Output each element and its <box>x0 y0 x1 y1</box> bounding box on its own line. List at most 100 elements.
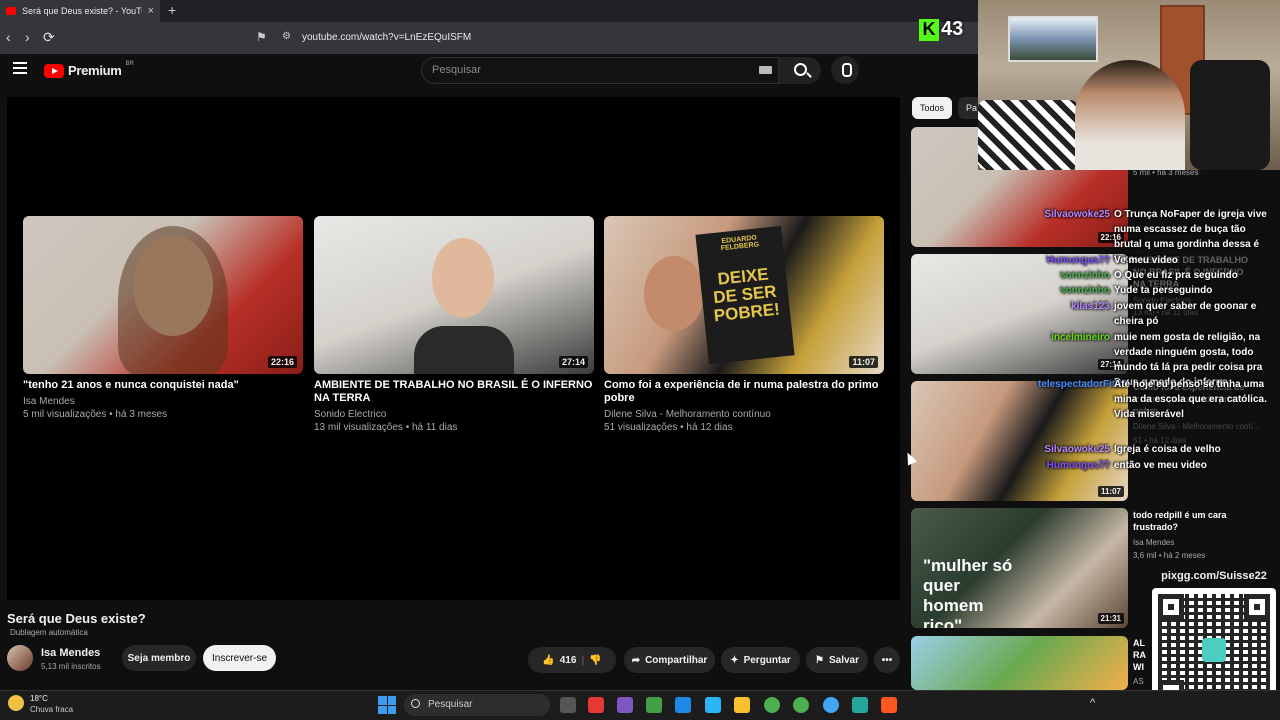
browser-tab[interactable]: Será que Deus existe? - YouTube × <box>0 0 160 22</box>
sidebar-title-4[interactable]: todo redpill é um cara frustrado? <box>1133 509 1228 533</box>
address-bar <box>0 22 978 54</box>
sidebar-channel-4[interactable]: Isa Mendes <box>1133 538 1174 547</box>
chat-text: então ve meu video <box>1114 460 1207 471</box>
tab-title: Será que Deus existe? - YouTube <box>22 6 142 16</box>
endscreen-thumbnail[interactable]: EDUARDO FELDBERG DEIXE DE SER POBRE! 11:… <box>604 216 884 374</box>
webcam-chair <box>1190 60 1270 170</box>
card-title[interactable]: "tenho 21 anos e nunca conquistei nada" <box>23 379 303 392</box>
menu-icon[interactable] <box>13 62 27 74</box>
forward-button[interactable]: › <box>25 29 30 45</box>
save-icon: ⚑ <box>815 654 824 666</box>
endscreen-card-3[interactable]: EDUARDO FELDBERG DEIXE DE SER POBRE! 11:… <box>604 216 884 434</box>
weather-temp[interactable]: 18°C <box>30 694 48 703</box>
sidebar-meta-4: 3,6 mil • há 2 meses <box>1133 551 1206 560</box>
task-view-icon[interactable] <box>560 697 576 713</box>
chat-message: Silvaowoke25 O Trunça NoFaper de igreja v… <box>1038 207 1266 265</box>
duration-badge: 11:07 <box>1097 486 1124 497</box>
chat-text: Igreja é coisa de velho <box>1114 444 1221 455</box>
ask-button[interactable]: ✦ Perguntar <box>721 647 800 673</box>
card-meta: 51 visualizações • há 12 dias <box>604 422 733 433</box>
chat-message: Humungus77 então ve meu video <box>1038 458 1207 473</box>
app-icon[interactable] <box>852 697 868 713</box>
taskbar-search[interactable]: Pesquisar <box>404 694 550 716</box>
save-button[interactable]: ⚑ Salvar <box>806 647 868 673</box>
chat-username: sonnzinho <box>1060 270 1110 281</box>
sidebar-channel-3[interactable]: Dilene Silva - Melhoramento contí... <box>1133 422 1260 431</box>
share-button[interactable]: ➦ Compartilhar <box>624 647 715 673</box>
dislike-icon[interactable]: 👎 <box>589 655 601 666</box>
subscribe-button[interactable]: Inscrever-se <box>203 645 276 671</box>
pix-label: pixgg.com/Suisse22 <box>1152 567 1276 585</box>
chip-all[interactable]: Todos <box>912 97 952 119</box>
card-channel[interactable]: Isa Mendes <box>23 395 303 408</box>
thumbnail-shirt <box>414 326 514 374</box>
keyboard-icon[interactable] <box>759 66 772 74</box>
tab-close-icon[interactable]: × <box>148 5 154 17</box>
viewer-count: 43 <box>941 18 964 40</box>
share-icon: ➦ <box>631 654 641 666</box>
xbox-icon[interactable] <box>646 697 662 713</box>
youtube-app-icon[interactable] <box>588 697 604 713</box>
ask-label: Perguntar <box>743 654 791 666</box>
url-text[interactable]: youtube.com/watch?v=LnEzEQuISFM <box>302 32 471 43</box>
endscreen-card-1[interactable]: 22:16 "tenho 21 anos e nunca conquistei … <box>23 216 303 421</box>
weather-desc[interactable]: Chuva fraca <box>30 705 73 714</box>
thumbnail-hair <box>118 226 228 374</box>
chat-message: incelmineiro muie nem gosta de religião, … <box>1038 330 1262 388</box>
reload-button[interactable]: ⟳ <box>43 29 55 46</box>
more-button[interactable]: ••• <box>874 647 900 673</box>
search-input[interactable]: Pesquisar <box>421 57 779 84</box>
notepad-icon[interactable] <box>675 697 691 713</box>
weather-icon[interactable] <box>8 695 24 711</box>
channel-name[interactable]: Isa Mendes <box>41 647 100 659</box>
channel-avatar[interactable] <box>7 645 33 671</box>
bookmark-icon[interactable]: ⚑ <box>256 30 267 44</box>
sidebar-thumbnail-4[interactable]: "mulher só quer homem rico" 21:31 <box>911 508 1128 628</box>
join-button[interactable]: Seja membro <box>122 645 196 671</box>
endscreen-thumbnail[interactable]: 27:14 <box>314 216 594 374</box>
chat-text: Yude ta perseguindo <box>1114 285 1213 296</box>
sidebar-title-5[interactable]: AL RA WI <box>1133 637 1147 673</box>
card-channel[interactable]: Dilene Silva - Melhoramento contínuo <box>604 408 884 421</box>
chat-text: O Que eu fiz pra seguindo <box>1114 270 1238 281</box>
store-icon[interactable] <box>705 697 721 713</box>
chrome-icon[interactable] <box>793 697 809 713</box>
card-meta: 13 mil visualizações • há 11 dias <box>314 422 458 433</box>
book-author: EDUARDO FELDBERG <box>720 234 760 253</box>
brave-icon[interactable] <box>881 697 897 713</box>
chat-message: sonnzinho Yude ta perseguindo <box>1038 283 1212 298</box>
file-explorer-icon[interactable] <box>734 697 750 713</box>
app-icon[interactable] <box>617 697 633 713</box>
tray-expand-icon[interactable]: ^ <box>1090 697 1095 709</box>
duration-badge: 21:31 <box>1097 613 1124 624</box>
endscreen-thumbnail[interactable]: 22:16 <box>23 216 303 374</box>
chat-username: Humungus77 <box>1046 460 1110 471</box>
sidebar-thumbnail-5[interactable] <box>911 636 1128 690</box>
start-icon[interactable] <box>378 696 396 714</box>
back-button[interactable]: ‹ <box>6 29 11 45</box>
chat-username: incelmineiro <box>1051 332 1110 343</box>
card-title[interactable]: AMBIENTE DE TRABALHO NO BRASIL É O INFER… <box>314 379 594 405</box>
chrome-icon[interactable] <box>823 697 839 713</box>
chrome-icon[interactable] <box>764 697 780 713</box>
card-meta: 5 mil visualizações • há 3 meses <box>23 409 168 420</box>
like-icon[interactable]: 👍 <box>542 655 554 666</box>
chat-username: Humungus77 <box>1046 255 1110 266</box>
chat-message: Humungus77 Ve meu video <box>1038 253 1178 268</box>
card-title[interactable]: Como foi a experiência de ir numa palest… <box>604 379 884 405</box>
sidebar-thumbnail-3[interactable]: 11:07 <box>911 381 1128 501</box>
endscreen-card-2[interactable]: 27:14 AMBIENTE DE TRABALHO NO BRASIL É O… <box>314 216 594 434</box>
thumbnail-face <box>432 238 494 318</box>
mic-button[interactable] <box>831 56 859 84</box>
card-channel[interactable]: Sonido Electrico <box>314 408 594 421</box>
like-dislike-group[interactable]: 👍 416 | 👎 <box>528 647 616 673</box>
search-button[interactable] <box>779 57 821 84</box>
youtube-logo[interactable]: Premium BR <box>44 61 134 78</box>
site-info-icon[interactable]: ⚙ <box>282 31 291 42</box>
new-tab-button[interactable]: + <box>168 2 176 18</box>
webcam-streamer <box>1075 60 1185 170</box>
chat-text: jovem quer saber de goonar e cheira pó <box>1114 301 1257 327</box>
chat-username: telespectadorFitoP <box>1038 379 1129 390</box>
book-cover: EDUARDO FELDBERG DEIXE DE SER POBRE! <box>695 225 795 365</box>
chat-username: Silvaowoke25 <box>1044 444 1110 455</box>
